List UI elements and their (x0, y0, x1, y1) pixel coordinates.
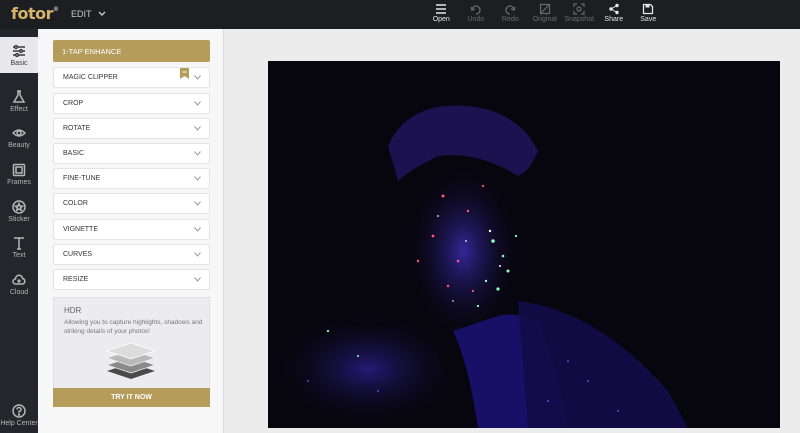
tools-panel: 1-TAP ENHANCE MAGIC CLIPPER CROP ROTATE … (38, 29, 224, 433)
flask-icon (12, 89, 26, 103)
share-label: Share (604, 16, 624, 23)
edit-menu[interactable]: EDIT (71, 9, 106, 19)
rail-label-beauty: Beauty (8, 141, 30, 149)
chevron-down-icon (194, 252, 201, 257)
editing-photo[interactable] (268, 61, 780, 428)
help-icon (12, 403, 26, 418)
redo-icon (505, 5, 516, 15)
one-tap-enhance-label: 1-TAP ENHANCE (62, 46, 122, 56)
frame-icon (12, 163, 26, 176)
redo-button[interactable]: Redo (493, 0, 528, 29)
accordion-label: BASIC (63, 150, 85, 157)
original-button[interactable]: Original (528, 0, 563, 29)
chevron-down-icon (194, 201, 201, 206)
rail-item-basic[interactable]: Basic (0, 37, 38, 73)
toolbar: Open Undo Redo Original Snapshot Share S… (424, 0, 666, 29)
rail-label-basic: Basic (10, 59, 28, 67)
chevron-down-icon (194, 75, 201, 80)
fotor-logo[interactable]: fotor® (11, 4, 59, 23)
accordion-magic-clipper[interactable]: MAGIC CLIPPER (53, 67, 210, 88)
save-icon (643, 3, 654, 15)
app-window: { "app": { "logo": "fotor", "logo_mark":… (0, 0, 800, 433)
accordion-curves[interactable]: CURVES (53, 244, 210, 265)
accordion-label: MAGIC CLIPPER (63, 74, 118, 81)
rail-item-beauty[interactable]: Beauty (0, 119, 38, 155)
accordion-label: CURVES (63, 251, 93, 258)
hdr-title: HDR (64, 306, 82, 315)
help-center-button[interactable]: Help Center (0, 397, 38, 433)
top-bar: fotor® EDIT Open Undo Redo Original Snap… (0, 0, 800, 29)
save-button[interactable]: Save (631, 0, 666, 29)
star-icon (12, 199, 26, 214)
accordion-vignette[interactable]: VIGNETTE (53, 219, 210, 240)
chevron-down-icon (194, 101, 201, 106)
try-it-now-label: TRY IT NOW (111, 394, 152, 401)
undo-icon (470, 5, 481, 15)
chevron-down-icon (194, 227, 201, 232)
chevron-down-icon (194, 176, 201, 181)
bookmark-icon (180, 68, 189, 79)
left-rail: Basic Effect Beauty Frames Sticker Text … (0, 29, 38, 433)
undo-button[interactable]: Undo (459, 0, 494, 29)
rail-label-sticker: Sticker (8, 215, 30, 223)
compare-icon (539, 3, 550, 15)
accordion-rotate[interactable]: ROTATE (53, 118, 210, 139)
save-label: Save (640, 16, 657, 23)
accordion-label: ROTATE (63, 125, 91, 132)
chevron-down-icon (194, 277, 201, 282)
try-it-now-button[interactable]: TRY IT NOW (53, 388, 210, 407)
rail-label-effect: Effect (10, 105, 28, 113)
accordion-label: VIGNETTE (63, 226, 99, 233)
accordion-label: RESIZE (63, 276, 89, 283)
rail-item-effect[interactable]: Effect (0, 83, 38, 119)
accordion-fine-tune[interactable]: FINE-TUNE (53, 168, 210, 189)
rail-item-sticker[interactable]: Sticker (0, 193, 38, 229)
rail-label-help: Help Center (0, 419, 38, 427)
rail-label-frames: Frames (7, 178, 31, 186)
snapshot-icon (573, 3, 585, 15)
open-button[interactable]: Open (424, 0, 459, 29)
photo-content (268, 61, 780, 428)
share-button[interactable]: Share (597, 0, 632, 29)
accordion-label: COLOR (63, 200, 88, 207)
snapshot-button[interactable]: Snapshot (562, 0, 597, 29)
accordion-basic[interactable]: BASIC (53, 143, 210, 164)
rail-item-frames[interactable]: Frames (0, 156, 38, 192)
rail-item-cloud[interactable]: Cloud (0, 266, 38, 302)
edit-menu-label: EDIT (71, 9, 92, 19)
canvas-area (225, 29, 800, 433)
rail-label-cloud: Cloud (9, 288, 29, 296)
accordion-resize[interactable]: RESIZE (53, 269, 210, 290)
hdr-layers-illustration (105, 342, 157, 379)
original-label: Original (532, 16, 557, 23)
text-icon (14, 236, 24, 250)
chevron-down-icon (194, 126, 201, 131)
eye-icon (12, 128, 26, 137)
undo-label: Undo (467, 16, 485, 23)
chevron-down-icon (194, 151, 201, 156)
open-label: Open (432, 16, 450, 23)
chevron-down-icon (98, 11, 106, 16)
menu-icon (436, 4, 447, 14)
snapshot-label: Snapshot (564, 16, 595, 23)
cloud-icon (12, 274, 26, 285)
accordion-color[interactable]: COLOR (53, 193, 210, 214)
hdr-description: Allowing you to capture highlights, shad… (64, 319, 203, 335)
redo-label: Redo (501, 16, 519, 23)
share-icon (609, 3, 619, 15)
accordion-label: FINE-TUNE (63, 175, 101, 182)
sliders-icon (13, 44, 25, 57)
accordion-label: CROP (63, 100, 84, 107)
rail-item-text[interactable]: Text (0, 229, 38, 265)
one-tap-enhance-button[interactable]: 1-TAP ENHANCE (53, 40, 210, 62)
rail-label-text: Text (12, 251, 26, 259)
accordion-crop[interactable]: CROP (53, 93, 210, 114)
